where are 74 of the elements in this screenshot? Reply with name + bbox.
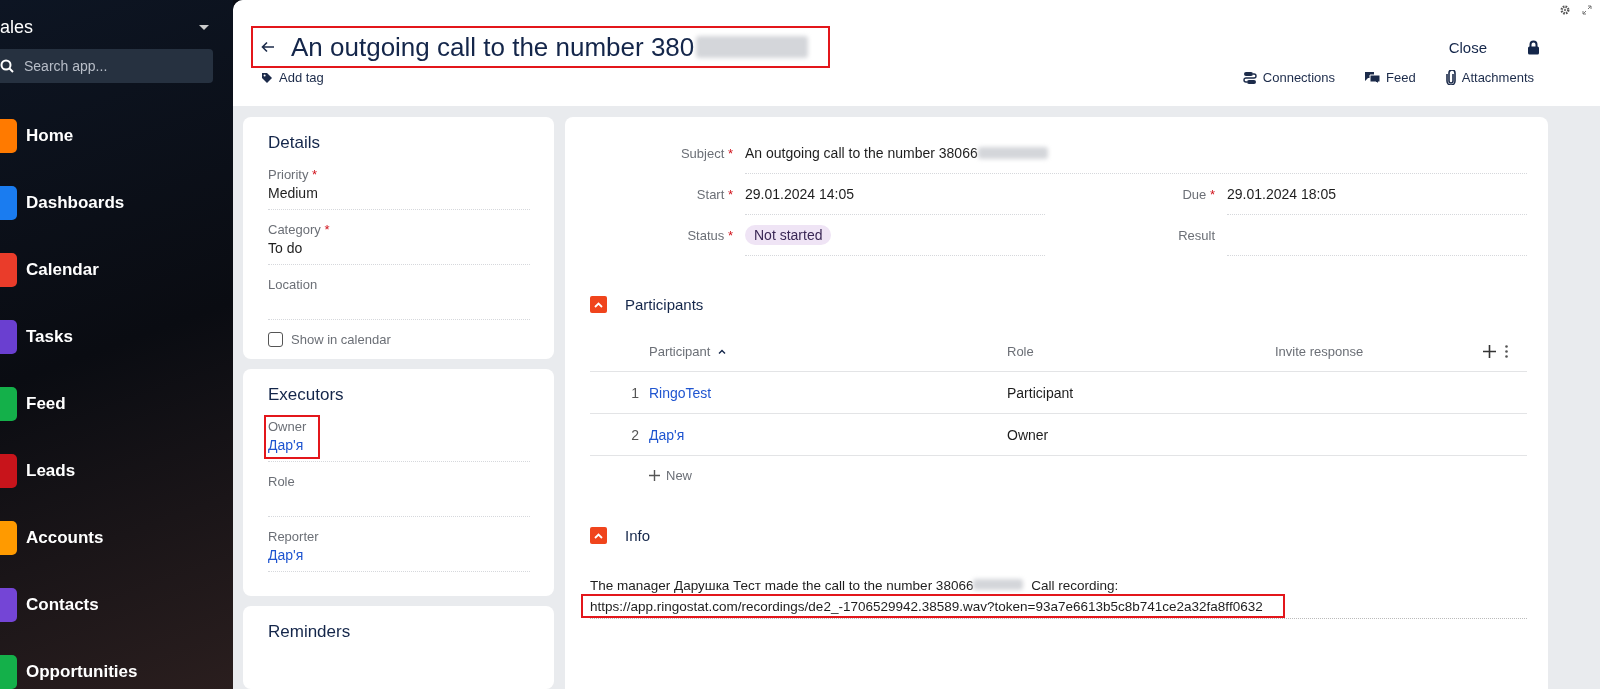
search-bar[interactable]: Search app...: [0, 49, 213, 83]
field-label: Subject *: [679, 146, 733, 161]
more-icon[interactable]: [1505, 344, 1508, 358]
add-tag-button[interactable]: Add tag: [261, 70, 324, 85]
sort-caret-icon[interactable]: [718, 348, 727, 354]
sidebar-item[interactable]: Feed: [0, 387, 233, 421]
sidebar-item[interactable]: Contacts: [0, 588, 233, 622]
settings-icon[interactable]: [1560, 5, 1570, 15]
collapse-toggle[interactable]: [590, 296, 607, 313]
sidebar-item[interactable]: Calendar: [0, 253, 233, 287]
row-number: 1: [631, 384, 639, 401]
search-icon: [0, 59, 14, 73]
field-label: Result: [1177, 228, 1215, 243]
connections-icon: [1242, 70, 1257, 85]
user-link[interactable]: Дар'я: [649, 426, 685, 443]
paperclip-icon: [1445, 70, 1456, 85]
column-header[interactable]: Role: [1007, 343, 1034, 359]
checkbox[interactable]: [268, 332, 283, 347]
header-action-button[interactable]: Connections: [1242, 70, 1336, 85]
plus-icon: [649, 470, 660, 481]
table-cell: Participant: [1007, 384, 1074, 401]
sidebar-item[interactable]: Opportunities: [0, 655, 233, 689]
card-title: Reminders: [268, 622, 352, 642]
field-value[interactable]: To do: [268, 240, 303, 256]
app-title[interactable]: ales: [0, 16, 34, 38]
page-title: An outgoing call to the number 380: [291, 31, 809, 63]
recording-url: https://app.ringostat.com/recordings/de2_-1706529942.38589.wav?token=93a7e6613b5c8b741ce2a32fa8ff0632: [590, 599, 1263, 614]
table-cell: Owner: [1007, 426, 1049, 443]
field-label: Reporter: [268, 529, 319, 544]
collapse-toggle[interactable]: [590, 527, 607, 544]
field-label: Role: [268, 474, 295, 489]
section-title: Participants: [625, 296, 704, 313]
row-number: 2: [631, 426, 639, 443]
field-label: Location: [268, 277, 318, 292]
field-label: Category *: [268, 222, 330, 237]
column-header[interactable]: Invite response: [1275, 343, 1364, 359]
search-field[interactable]: Search app...: [22, 57, 176, 75]
new-row-button[interactable]: New: [649, 468, 692, 483]
card-title: Executors: [268, 385, 345, 405]
chat-bubbles-icon: [1365, 71, 1381, 84]
sidebar-item[interactable]: Dashboards: [0, 186, 233, 220]
field-label: Start *: [695, 187, 733, 202]
header-action-button[interactable]: Attachments: [1445, 70, 1534, 85]
checkbox-label: Show in calendar: [291, 332, 391, 347]
field-label: Status *: [686, 228, 733, 243]
back-arrow-icon[interactable]: [261, 41, 275, 53]
sidebar-item[interactable]: Home: [0, 119, 233, 153]
chevron-icon: [594, 532, 603, 539]
user-link[interactable]: Дар'я: [268, 547, 304, 563]
close-button[interactable]: Close: [1448, 38, 1487, 56]
field-value[interactable]: 29.01.2024 14:05: [745, 174, 1045, 215]
field-value[interactable]: Medium: [268, 185, 318, 201]
section-title: Info: [625, 527, 651, 544]
user-link[interactable]: RingoTest: [649, 384, 712, 401]
field-value[interactable]: 29.01.2024 18:05: [1227, 174, 1527, 215]
expand-icon[interactable]: [1582, 5, 1592, 15]
header-action-button[interactable]: Feed: [1365, 70, 1416, 85]
status-badge[interactable]: Not started: [745, 225, 832, 245]
sidebar-item[interactable]: Tasks: [0, 320, 233, 354]
tag-icon: [261, 71, 273, 84]
info-text: The manager Дарушка Тест made the call to the number 38066 Call recording:: [590, 577, 1120, 595]
sidebar-item[interactable]: Accounts: [0, 521, 233, 555]
add-icon[interactable]: [1483, 344, 1496, 358]
lock-icon[interactable]: [1527, 39, 1540, 55]
sidebar-item[interactable]: Leads: [0, 454, 233, 488]
field-label: Owner: [268, 419, 307, 434]
user-link[interactable]: Дар'я: [268, 437, 304, 453]
card-title: Details: [268, 133, 321, 153]
caret-icon[interactable]: [199, 24, 209, 30]
field-label: Priority *: [268, 167, 318, 182]
field-value[interactable]: An outgoing call to the number 38066: [745, 133, 1527, 174]
column-header[interactable]: Participant: [649, 343, 711, 359]
chevron-icon: [594, 301, 603, 308]
field-label: Due *: [1181, 187, 1215, 202]
